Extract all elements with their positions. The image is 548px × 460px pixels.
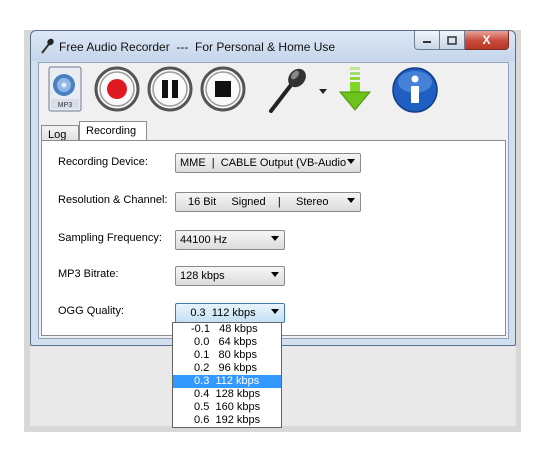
tab-recording-label: Recording <box>86 125 137 137</box>
chevron-down-icon <box>271 236 279 241</box>
app-window: Free Audio Recorder --- For Personal & H… <box>30 30 516 346</box>
resolution-channel-select[interactable]: 16 Bit Signed | Stereo <box>175 192 361 212</box>
chevron-down-icon <box>271 309 279 314</box>
recording-device-select[interactable]: MME | CABLE Output (VB-Audio <box>175 153 361 173</box>
close-button[interactable]: X <box>465 31 509 50</box>
recording-device-label: Recording Device: <box>58 156 148 168</box>
client-area: MP3 Log Recording Recording Device: MME … <box>38 62 509 339</box>
resolution-channel-value: 16 Bit Signed | Stereo <box>188 196 329 208</box>
list-item[interactable]: -0.1 48 kbps <box>173 323 281 336</box>
maximize-button[interactable] <box>440 31 465 50</box>
mp3-bitrate-label: MP3 Bitrate: <box>58 268 119 280</box>
stop-icon[interactable] <box>200 66 246 112</box>
title-bar[interactable]: Free Audio Recorder --- For Personal & H… <box>31 31 515 61</box>
list-item[interactable]: 0.5 160 kbps <box>173 401 281 414</box>
chevron-down-icon <box>347 159 355 164</box>
minimize-icon <box>423 41 431 43</box>
close-icon: X <box>482 33 491 47</box>
list-item[interactable]: 0.6 192 kbps <box>173 414 281 427</box>
sampling-frequency-value: 44100 Hz <box>180 234 228 246</box>
tab-log[interactable]: Log <box>41 125 79 141</box>
mp3-icon-label: MP3 <box>58 102 73 109</box>
list-item-selected[interactable]: 0.3 112 kbps <box>173 375 281 388</box>
mp3-bitrate-value: 128 kbps <box>180 270 225 282</box>
list-item[interactable]: 0.2 96 kbps <box>173 362 281 375</box>
ogg-quality-select[interactable]: 0.3 112 kbps <box>175 303 285 323</box>
mp3-file-icon[interactable]: MP3 <box>47 66 83 112</box>
list-item[interactable]: 0.1 80 kbps <box>173 349 281 362</box>
maximize-icon <box>447 35 457 45</box>
list-item[interactable]: 0.0 64 kbps <box>173 336 281 349</box>
recording-device-value: MME | CABLE Output (VB-Audio <box>180 157 347 169</box>
record-icon[interactable] <box>94 66 140 112</box>
microphone-icon[interactable] <box>267 67 307 113</box>
ogg-quality-label: OGG Quality: <box>58 305 125 317</box>
ogg-quality-value: 0.3 112 kbps <box>190 307 256 319</box>
download-icon[interactable] <box>337 65 373 113</box>
resolution-channel-label: Resolution & Channel: <box>58 194 168 206</box>
chevron-down-icon <box>271 272 279 277</box>
pause-icon[interactable] <box>147 66 193 112</box>
chevron-down-icon <box>347 198 355 203</box>
minimize-button[interactable] <box>414 31 440 50</box>
tab-recording[interactable]: Recording <box>79 121 147 140</box>
microphone-app-icon <box>41 38 54 54</box>
list-item[interactable]: 0.4 128 kbps <box>173 388 281 401</box>
window-title: Free Audio Recorder --- For Personal & H… <box>59 40 336 54</box>
sampling-frequency-label: Sampling Frequency: <box>58 232 162 244</box>
ogg-quality-dropdown: -0.1 48 kbps 0.0 64 kbps 0.1 80 kbps 0.2… <box>172 322 282 428</box>
sampling-frequency-select[interactable]: 44100 Hz <box>175 230 285 250</box>
mp3-bitrate-select[interactable]: 128 kbps <box>175 266 285 286</box>
chevron-down-icon[interactable] <box>319 87 327 95</box>
recording-panel: Recording Device: MME | CABLE Output (VB… <box>41 140 506 336</box>
window-controls: X <box>414 31 509 51</box>
info-icon[interactable] <box>391 66 439 114</box>
